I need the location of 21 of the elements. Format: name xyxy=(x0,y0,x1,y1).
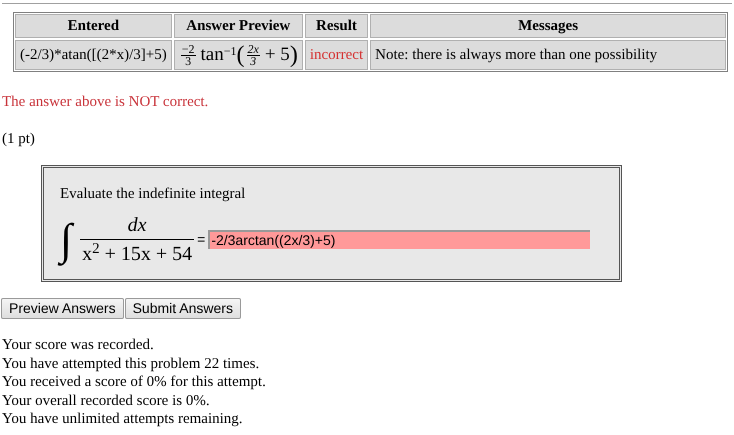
column-header: Messages xyxy=(370,14,726,38)
answer-field[interactable]: -2/3arctan((2x/3)+5) xyxy=(208,230,590,249)
score-message: You received a score of 0% for this attempt. xyxy=(2,373,266,392)
integral-fraction: dx x$^{2}$ + 15x + 54 xyxy=(80,213,194,266)
equals-sign: = xyxy=(197,230,206,249)
action-button[interactable]: Submit Answers xyxy=(124,298,241,319)
points-label: (1 pt) xyxy=(2,130,35,146)
column-header: Result xyxy=(304,14,368,38)
column-header: Entered xyxy=(15,14,172,38)
action-button[interactable]: Preview Answers xyxy=(1,298,124,319)
score-message: Your overall recorded score is 0%. xyxy=(2,392,210,410)
table-cell: Note: there is always more than one possibility xyxy=(370,40,726,70)
integral-sign: ∫ xyxy=(60,212,72,268)
problem-prompt: Evaluate the indefinite integral xyxy=(60,185,246,204)
score-message: You have unlimited attempts remaining. xyxy=(2,410,243,428)
score-message: Your score was recorded. xyxy=(2,336,154,354)
feedback-message: The answer above is NOT correct. xyxy=(2,93,210,112)
result-cell: incorrect xyxy=(304,40,368,70)
table-cell: (-2/3)*atan([(2*x)/3]+5) xyxy=(15,40,172,70)
score-message: You have attempted this problem 22 times. xyxy=(2,354,260,373)
column-header: Answer Preview xyxy=(174,14,303,38)
